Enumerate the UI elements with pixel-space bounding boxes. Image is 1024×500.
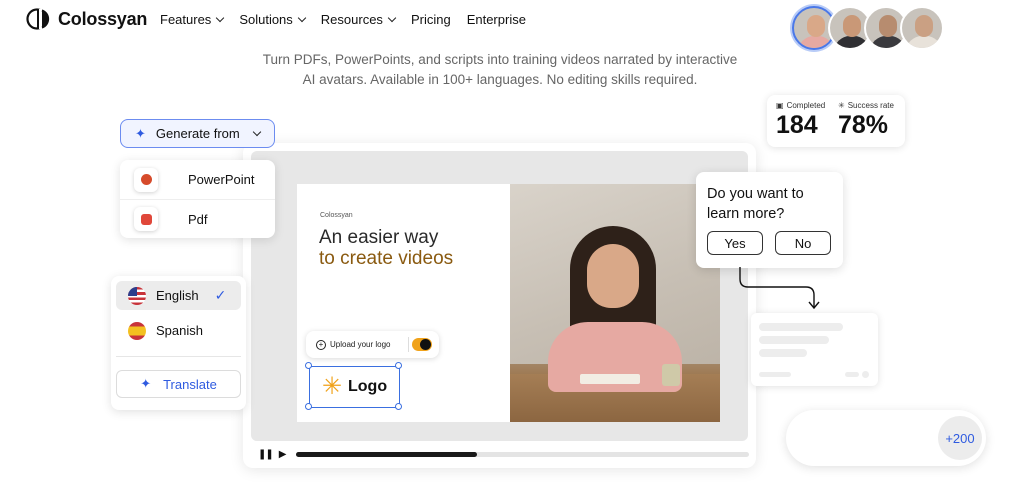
nav-label: Pricing bbox=[410, 12, 451, 27]
slide-brand: Colossyan bbox=[320, 212, 353, 219]
video-editor: Colossyan An easier way to create videos… bbox=[243, 143, 756, 468]
nav-label: Features bbox=[160, 12, 212, 27]
player-controls: ❚❚ ▶ bbox=[258, 447, 750, 461]
spain-flag-icon bbox=[128, 321, 146, 340]
yes-button[interactable]: Yes bbox=[707, 231, 763, 255]
tagline-line: Turn PDFs, PowerPoints, and scripts into… bbox=[262, 52, 738, 67]
stat-success-rate: ✳ Success rate 78% bbox=[838, 101, 894, 139]
generate-options: PowerPoint Pdf bbox=[120, 160, 275, 238]
logo-placeholder[interactable]: ✳ Logo bbox=[309, 366, 400, 408]
question-text: Do you want to learn more? bbox=[707, 184, 804, 224]
nav-label: Resources bbox=[320, 12, 383, 27]
question-line: learn more? bbox=[707, 206, 785, 222]
toggle-switch[interactable] bbox=[412, 338, 432, 351]
upload-logo-toggle[interactable]: + Upload your logo bbox=[306, 331, 439, 358]
branch-scene-card bbox=[751, 313, 878, 386]
nav-label: Solutions bbox=[239, 12, 293, 27]
language-label: English bbox=[156, 288, 199, 303]
avatar[interactable] bbox=[900, 6, 944, 50]
sparkle-icon: ✳ bbox=[838, 101, 845, 110]
stat-value: 184 bbox=[776, 111, 818, 139]
headline-line: An easier way bbox=[319, 227, 439, 248]
chevron-down-icon bbox=[387, 13, 397, 22]
sparkle-icon: ✦ bbox=[140, 376, 152, 391]
avatar-presenter-image bbox=[510, 184, 720, 422]
resize-handle[interactable] bbox=[395, 362, 402, 369]
no-button[interactable]: No bbox=[775, 231, 831, 255]
headline-accent: to create videos bbox=[319, 248, 454, 269]
interactive-question: Do you want to learn more? Yes No bbox=[696, 172, 843, 268]
language-label: Spanish bbox=[156, 323, 203, 338]
language-picker: English ✓ Spanish ✦ Translate bbox=[111, 276, 246, 410]
option-label: Pdf bbox=[188, 211, 208, 227]
option-powerpoint[interactable]: PowerPoint bbox=[120, 160, 275, 199]
chevron-down-icon bbox=[252, 127, 261, 136]
us-flag-icon bbox=[128, 286, 146, 305]
generate-label: Generate from bbox=[155, 126, 240, 141]
chevron-down-icon bbox=[216, 13, 225, 22]
play-icon[interactable]: ▶ bbox=[279, 449, 287, 460]
stat-value: 78% bbox=[838, 111, 889, 139]
nav-resources[interactable]: Resources bbox=[320, 12, 397, 27]
nav-menu: Features Solutions Resources Pricing Ent… bbox=[160, 12, 526, 27]
question-line: Do you want to bbox=[707, 186, 804, 202]
branch-arrow-icon bbox=[739, 267, 820, 310]
stat-label: Success rate bbox=[847, 101, 894, 110]
nav-pricing[interactable]: Pricing bbox=[411, 12, 451, 27]
video-canvas: Colossyan An easier way to create videos… bbox=[251, 151, 748, 441]
chevron-down-icon bbox=[297, 13, 307, 22]
divider bbox=[116, 356, 241, 357]
progress-bar[interactable] bbox=[296, 452, 749, 457]
logo-text: Logo bbox=[348, 378, 388, 395]
language-spanish[interactable]: Spanish bbox=[116, 316, 241, 345]
nav-label: Enterprise bbox=[466, 12, 526, 27]
brand-logo[interactable]: Colossyan bbox=[26, 8, 147, 30]
nav-solutions[interactable]: Solutions bbox=[239, 12, 307, 27]
translate-button[interactable]: ✦ Translate bbox=[116, 370, 241, 398]
sparkle-icon: ✦ bbox=[135, 125, 146, 141]
plus-icon: + bbox=[316, 339, 326, 350]
powerpoint-icon bbox=[134, 167, 158, 192]
brand-name: Colossyan bbox=[58, 8, 148, 29]
generate-from-button[interactable]: ✦ Generate from bbox=[120, 119, 275, 148]
check-icon: ✓ bbox=[214, 287, 227, 303]
upload-label: Upload your logo bbox=[330, 340, 391, 349]
resize-handle[interactable] bbox=[305, 362, 312, 369]
slide-headline: An easier way to create videos bbox=[319, 227, 453, 269]
stats-card: ▣ Completed 184 ✳ Success rate 78% bbox=[767, 95, 905, 147]
resize-handle[interactable] bbox=[305, 403, 312, 410]
progress-fill bbox=[296, 452, 478, 457]
translate-label: Translate bbox=[163, 376, 217, 392]
more-avatars-button[interactable]: +200 bbox=[938, 416, 982, 460]
stat-label: Completed bbox=[786, 101, 826, 110]
pause-icon[interactable]: ❚❚ bbox=[258, 449, 274, 460]
pdf-icon bbox=[134, 207, 158, 231]
tagline-line: AI avatars. Available in 100+ languages.… bbox=[302, 72, 698, 87]
resize-handle[interactable] bbox=[395, 403, 402, 410]
stat-completed: ▣ Completed 184 bbox=[776, 101, 825, 139]
hero-tagline: Turn PDFs, PowerPoints, and scripts into… bbox=[0, 50, 1000, 90]
language-english[interactable]: English ✓ bbox=[116, 281, 241, 310]
option-pdf[interactable]: Pdf bbox=[120, 199, 275, 238]
calendar-icon: ▣ bbox=[776, 101, 784, 110]
colossyan-logo-icon bbox=[26, 8, 50, 30]
option-label: PowerPoint bbox=[188, 172, 255, 187]
nav-enterprise[interactable]: Enterprise bbox=[467, 12, 526, 27]
asterisk-icon: ✳ bbox=[321, 373, 342, 400]
nav-features[interactable]: Features bbox=[160, 12, 225, 27]
